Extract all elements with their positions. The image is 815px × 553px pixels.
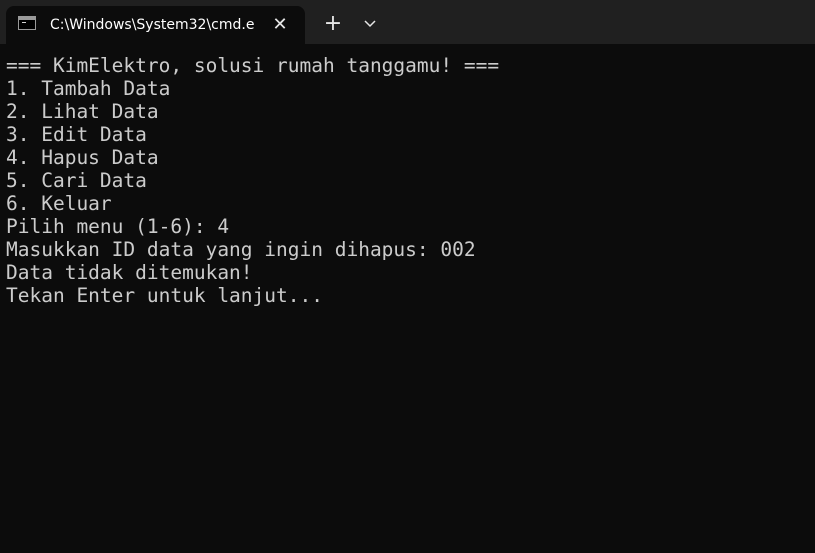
title-bar: C:\Windows\System32\cmd.e ✕ + [0, 0, 815, 44]
console-banner: === KimElektro, solusi rumah tanggamu! =… [6, 54, 500, 77]
tab-title: C:\Windows\System32\cmd.e [50, 17, 255, 33]
menu-option-cari: 5. Cari Data [6, 169, 147, 192]
menu-option-tambah: 1. Tambah Data [6, 77, 171, 100]
tab-cmd[interactable]: C:\Windows\System32\cmd.e ✕ [6, 6, 305, 44]
menu-choice-prompt: Pilih menu (1-6): 4 [6, 215, 230, 238]
new-tab-button[interactable]: + [318, 10, 348, 38]
chevron-down-icon [364, 20, 376, 28]
delete-id-prompt: Masukkan ID data yang ingin dihapus: 002 [6, 238, 476, 261]
menu-option-hapus: 4. Hapus Data [6, 146, 159, 169]
menu-option-edit: 3. Edit Data [6, 123, 147, 146]
menu-option-lihat: 2. Lihat Data [6, 100, 159, 123]
not-found-message: Data tidak ditemukan! [6, 261, 253, 284]
tab-dropdown-button[interactable] [356, 10, 384, 38]
terminal-window: C:\Windows\System32\cmd.e ✕ + === KimEle… [0, 0, 815, 553]
close-tab-button[interactable]: ✕ [268, 13, 292, 37]
menu-option-keluar: 6. Keluar [6, 192, 112, 215]
terminal-output[interactable]: === KimElektro, solusi rumah tanggamu! =… [6, 54, 806, 544]
press-enter-prompt: Tekan Enter untuk lanjut... [6, 284, 323, 307]
cmd-terminal-icon [18, 16, 36, 30]
